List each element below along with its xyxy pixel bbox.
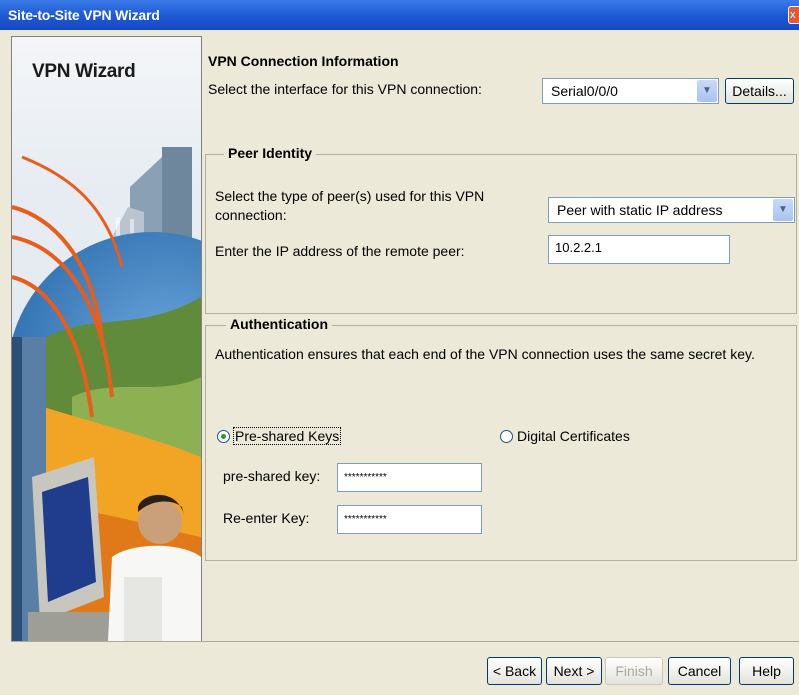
peer-ip-input[interactable]: 10.2.2.1 [548,235,730,264]
pre-shared-key-label: pre-shared key: [223,468,321,484]
window-title: Site-to-Site VPN Wizard [8,7,160,23]
title-bar: Site-to-Site VPN Wizard x [0,0,799,30]
pre-shared-keys-label[interactable]: Pre-shared Keys [233,427,342,445]
close-icon[interactable]: x [788,6,799,24]
cancel-button[interactable]: Cancel [668,657,731,685]
peer-ip-value: 10.2.2.1 [555,240,602,255]
vpn-illustration-image [12,37,201,641]
chevron-down-icon[interactable]: ▼ [773,199,793,221]
wizard-illustration: VPN Wizard [11,36,202,642]
chevron-down-icon[interactable]: ▼ [697,80,717,102]
wizard-title: VPN Wizard [32,61,136,82]
peer-type-select-value: Peer with static IP address [557,202,723,218]
authentication-description: Authentication ensures that each end of … [215,346,755,362]
footer-divider [11,641,799,642]
pre-shared-keys-radio[interactable] [217,430,230,443]
reenter-key-label: Re-enter Key: [223,510,310,526]
interface-select[interactable]: Serial0/0/0 ▼ [542,78,719,104]
wizard-content: VPN Connection Information Select the in… [202,36,799,640]
back-button[interactable]: < Back [487,657,542,685]
peer-ip-label: Enter the IP address of the remote peer: [215,243,465,259]
pre-shared-key-value: *********** [344,472,387,483]
peer-identity-group [205,154,797,314]
peer-type-label-line1: Select the type of peer(s) used for this… [215,188,485,204]
digital-certificates-label[interactable]: Digital Certificates [517,428,630,444]
reenter-key-value: *********** [344,514,387,525]
details-button[interactable]: Details... [725,78,794,104]
digital-certificates-radio[interactable] [500,430,513,443]
interface-label: Select the interface for this VPN connec… [208,81,482,97]
next-button[interactable]: Next > [546,657,602,685]
section-heading: VPN Connection Information [208,53,399,69]
peer-type-select[interactable]: Peer with static IP address ▼ [548,197,795,223]
authentication-legend: Authentication [226,316,332,332]
peer-identity-legend: Peer Identity [224,145,317,161]
finish-button[interactable]: Finish [605,657,663,685]
interface-select-value: Serial0/0/0 [551,83,618,99]
help-button[interactable]: Help [739,657,794,685]
reenter-key-input[interactable]: *********** [337,505,482,534]
peer-type-label-line2: connection: [215,207,287,223]
pre-shared-key-input[interactable]: *********** [337,463,482,492]
radio-selected-dot [221,434,226,439]
